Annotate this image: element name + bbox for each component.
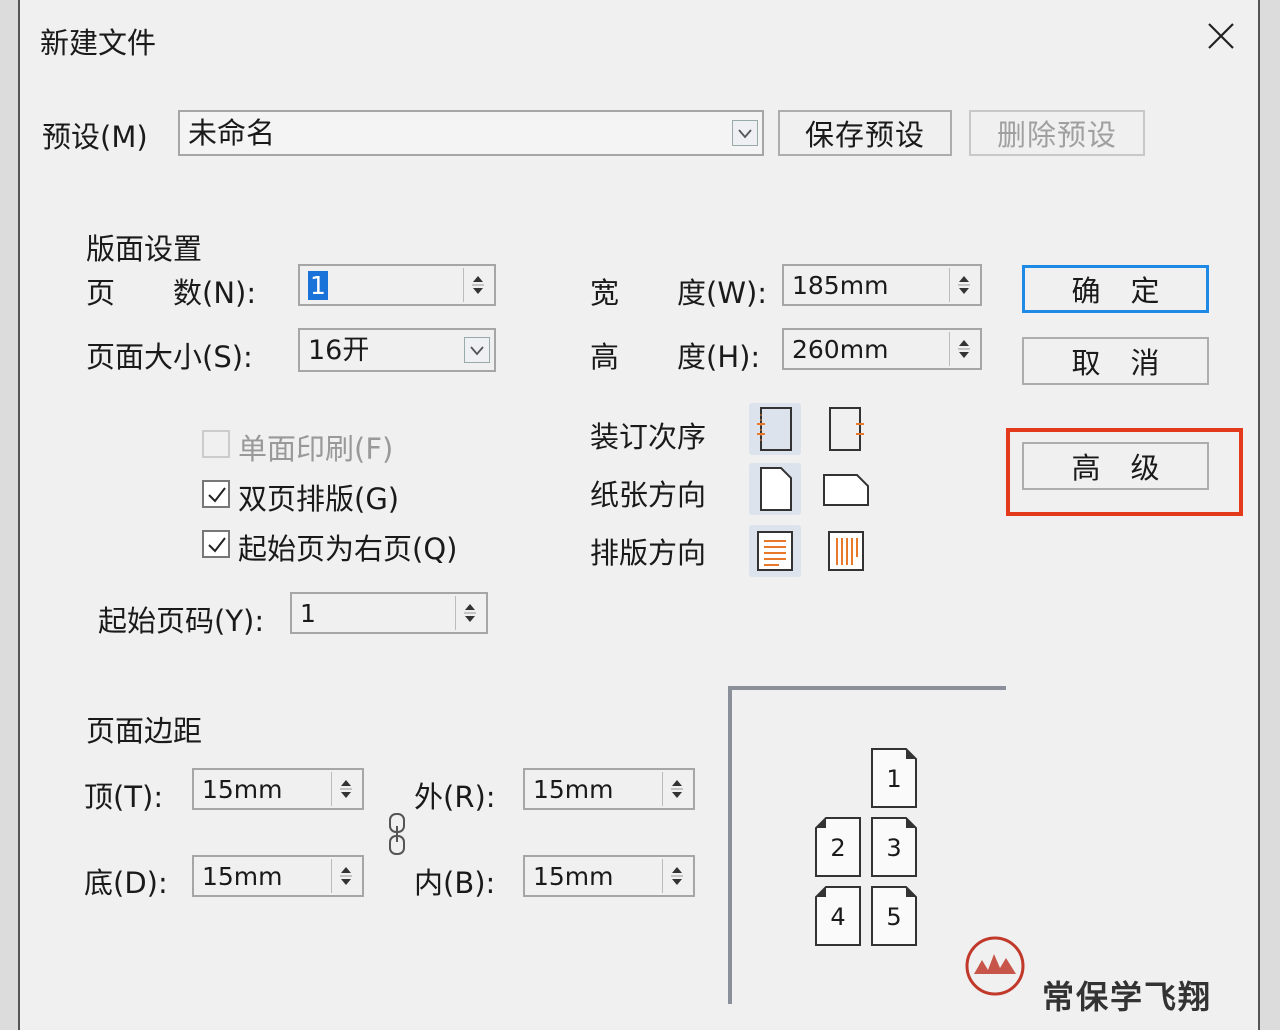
- check-icon: [208, 537, 226, 553]
- outer-margin-spinner[interactable]: [662, 772, 691, 806]
- check-icon: [208, 487, 226, 503]
- preview-page: 1: [870, 747, 918, 809]
- top-margin-spinner[interactable]: [331, 772, 360, 806]
- inner-margin-spinner[interactable]: [662, 859, 691, 893]
- top-margin-label: 顶(T):: [84, 780, 164, 814]
- cancel-button[interactable]: 取消: [1022, 337, 1209, 385]
- start-right-label: 起始页为右页(Q): [238, 532, 458, 566]
- binding-right-icon[interactable]: [820, 403, 872, 455]
- top-margin-input[interactable]: 15mm: [192, 768, 364, 810]
- facing-pages-label: 双页排版(G): [238, 482, 400, 516]
- preview-page: 4: [814, 885, 862, 947]
- binding-left-icon[interactable]: [749, 403, 801, 455]
- start-right-checkbox[interactable]: [202, 530, 230, 558]
- chevron-down-icon[interactable]: [732, 120, 758, 146]
- landscape-icon[interactable]: [820, 463, 872, 515]
- preset-select[interactable]: 未命名: [178, 110, 764, 156]
- portrait-icon[interactable]: [749, 463, 801, 515]
- single-side-label: 单面印刷(F): [238, 432, 394, 466]
- outer-margin-input[interactable]: 15mm: [523, 768, 695, 810]
- delete-preset-button[interactable]: 删除预设: [969, 110, 1145, 156]
- preview-page-number: 4: [830, 903, 846, 931]
- binding-label: 装订次序: [590, 420, 707, 454]
- preset-value: 未命名: [188, 115, 276, 150]
- preview-page-number: 5: [886, 903, 902, 931]
- preset-label: 预设(M): [42, 120, 148, 154]
- preview-page-number: 2: [830, 834, 846, 862]
- bottom-margin-spinner[interactable]: [331, 859, 360, 893]
- height-label: 高 度(H):: [590, 340, 761, 374]
- vertical-text-icon[interactable]: [820, 525, 872, 577]
- height-input[interactable]: 260mm: [782, 328, 982, 370]
- width-spinner[interactable]: [949, 268, 978, 302]
- window-frame-left: [0, 0, 20, 1030]
- start-page-input[interactable]: 1: [290, 592, 488, 634]
- page-size-label: 页面大小(S):: [86, 340, 253, 374]
- pages-input[interactable]: 1: [298, 264, 496, 306]
- page-size-select[interactable]: 16开: [298, 328, 496, 372]
- preview-page: 2: [814, 816, 862, 878]
- inner-margin-label: 内(B):: [414, 866, 496, 900]
- ok-button[interactable]: 确定: [1022, 265, 1209, 313]
- pages-spinner[interactable]: [463, 268, 492, 302]
- facing-pages-checkbox[interactable]: [202, 480, 230, 508]
- link-margins-icon[interactable]: [386, 812, 408, 856]
- width-label: 宽 度(W):: [590, 276, 768, 310]
- preview-page-number: 1: [886, 765, 902, 793]
- window-frame-right: [1258, 0, 1280, 1030]
- watermark-text: 常保学飞翔: [1042, 978, 1213, 1016]
- outer-margin-label: 外(R):: [414, 780, 496, 814]
- height-spinner[interactable]: [949, 332, 978, 366]
- text-direction-label: 排版方向: [590, 536, 707, 570]
- preview-page: 5: [870, 885, 918, 947]
- start-page-label: 起始页码(Y):: [98, 604, 265, 638]
- watermark-seal-icon: [960, 934, 1030, 1004]
- pages-value: 1: [308, 270, 328, 300]
- bottom-margin-label: 底(D):: [84, 866, 168, 900]
- single-side-checkbox[interactable]: [202, 430, 230, 458]
- width-input[interactable]: 185mm: [782, 264, 982, 306]
- preview-page: 3: [870, 816, 918, 878]
- save-preset-button[interactable]: 保存预设: [778, 110, 952, 156]
- preview-page-number: 3: [886, 834, 902, 862]
- advanced-highlight-box: [1006, 428, 1243, 516]
- start-page-spinner[interactable]: [455, 596, 484, 630]
- layout-section-title: 版面设置: [86, 232, 203, 266]
- close-icon[interactable]: [1203, 18, 1239, 54]
- bottom-margin-input[interactable]: 15mm: [192, 855, 364, 897]
- chevron-down-icon[interactable]: [464, 337, 490, 363]
- orientation-label: 纸张方向: [590, 478, 707, 512]
- inner-margin-input[interactable]: 15mm: [523, 855, 695, 897]
- dialog-title: 新建文件: [40, 26, 157, 60]
- horizontal-text-icon[interactable]: [749, 525, 801, 577]
- pages-label: 页 数(N):: [86, 276, 257, 310]
- margins-section-title: 页面边距: [86, 714, 203, 748]
